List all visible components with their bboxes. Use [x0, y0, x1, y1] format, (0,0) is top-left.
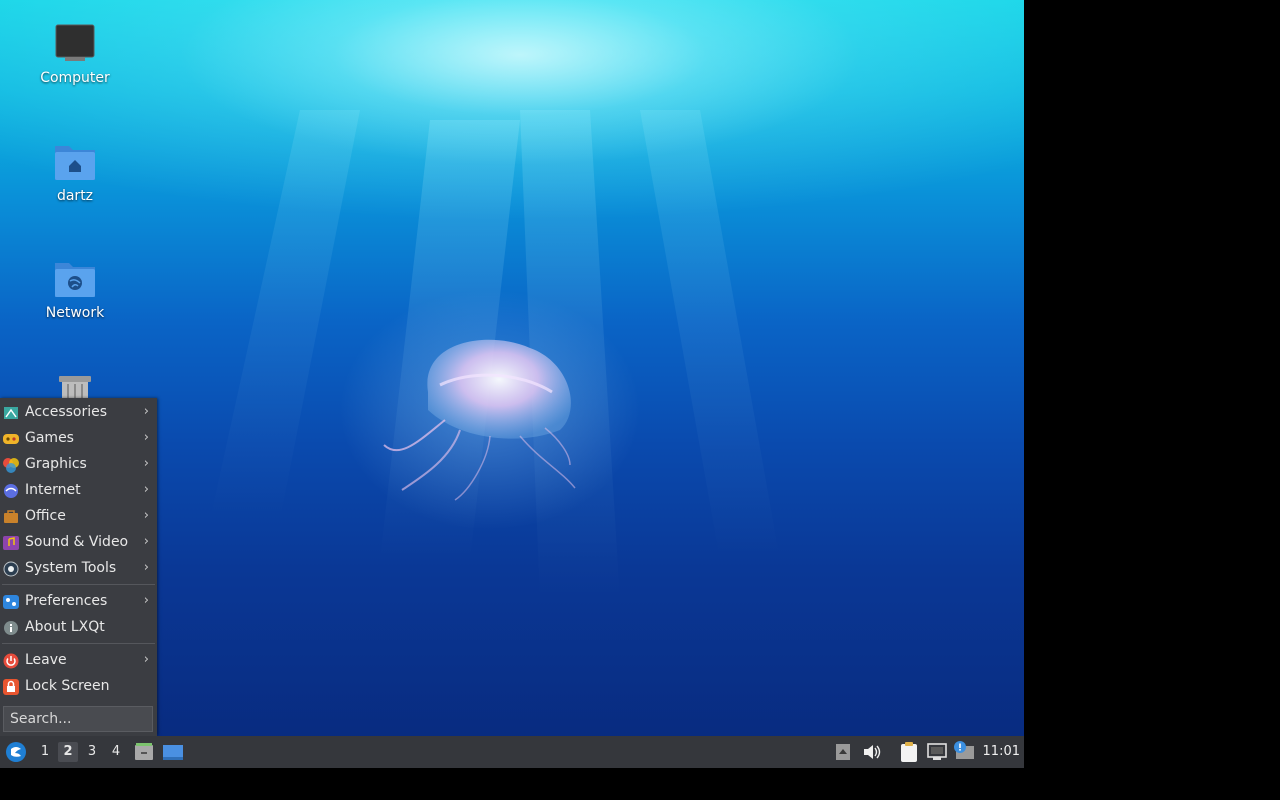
- desktop-switch-1[interactable]: 1: [35, 742, 55, 762]
- accessories-icon: [3, 404, 19, 420]
- menu-item-internet[interactable]: Internet ›: [0, 477, 157, 503]
- lxqt-logo-icon: [6, 742, 26, 762]
- chevron-right-icon: ›: [143, 534, 149, 549]
- network-button[interactable]: [927, 742, 947, 766]
- chevron-right-icon: ›: [143, 508, 149, 523]
- menu-item-games[interactable]: Games ›: [0, 425, 157, 451]
- sound-video-icon: [3, 534, 19, 550]
- desktop-icon-home[interactable]: dartz: [25, 140, 125, 204]
- file-manager-icon: [135, 743, 153, 760]
- menu-item-label: Graphics: [25, 456, 87, 472]
- office-icon: [3, 508, 19, 524]
- menu-item-preferences[interactable]: Preferences ›: [0, 588, 157, 614]
- chevron-right-icon: ›: [143, 560, 149, 575]
- clipboard-icon: [901, 742, 917, 762]
- update-notifier-button[interactable]: [953, 740, 975, 766]
- clipboard-button[interactable]: [899, 741, 919, 767]
- clock[interactable]: 11:01: [983, 736, 1020, 768]
- desktop-icon-label: Network: [45, 305, 105, 321]
- menu-item-graphics[interactable]: Graphics ›: [0, 451, 157, 477]
- tray-expand-button[interactable]: [835, 743, 851, 765]
- file-manager-launcher[interactable]: [134, 742, 154, 766]
- menu-item-label: Accessories: [25, 404, 108, 420]
- menu-item-lock-screen[interactable]: Lock Screen: [0, 673, 157, 699]
- power-icon: [3, 652, 19, 669]
- desktop-switch-3[interactable]: 3: [82, 742, 102, 762]
- graphics-icon: [3, 456, 19, 473]
- menu-search-input[interactable]: [3, 706, 153, 732]
- tray-expand-icon: [836, 744, 850, 760]
- internet-icon: [3, 482, 19, 498]
- chevron-right-icon: ›: [143, 652, 149, 667]
- menu-item-label: About LXQt: [25, 619, 105, 635]
- menu-item-label: Preferences: [25, 593, 108, 609]
- info-icon: [3, 619, 19, 635]
- menu-item-label: Internet: [25, 482, 81, 498]
- lxqt-menu-button[interactable]: [5, 741, 27, 767]
- menu-item-accessories[interactable]: Accessories ›: [0, 399, 157, 425]
- chevron-right-icon: ›: [143, 482, 149, 497]
- menu-item-label: Office: [25, 508, 66, 524]
- chevron-right-icon: ›: [143, 430, 149, 445]
- desktop-icon-label: dartz: [56, 188, 94, 204]
- computer-icon: [53, 22, 97, 66]
- menu-separator: [2, 643, 155, 644]
- update-notifier-icon: [954, 741, 974, 759]
- desktop-switch-2[interactable]: 2: [58, 742, 78, 762]
- show-desktop-button[interactable]: [162, 742, 184, 766]
- menu-item-label: Sound & Video: [25, 534, 129, 550]
- menu-item-leave[interactable]: Leave ›: [0, 647, 157, 673]
- menu-item-label: Leave: [25, 652, 67, 668]
- menu-item-label: Lock Screen: [25, 678, 110, 694]
- taskbar: 1 2 3 4 11:01: [0, 736, 1024, 768]
- network-icon: [927, 743, 947, 760]
- menu-item-label: Games: [25, 430, 74, 446]
- desktop-icon-computer[interactable]: Computer: [25, 22, 125, 86]
- menu-item-label: System Tools: [25, 560, 117, 576]
- desktop-icon-label: Computer: [40, 70, 110, 86]
- menu-item-sound-video[interactable]: Sound & Video ›: [0, 529, 157, 555]
- menu-item-about-lxqt[interactable]: About LXQt: [0, 614, 157, 640]
- desktop-icon-network[interactable]: Network: [25, 257, 125, 321]
- volume-icon: [864, 745, 881, 759]
- menu-item-office[interactable]: Office ›: [0, 503, 157, 529]
- chevron-right-icon: ›: [143, 404, 149, 419]
- lock-icon: [3, 678, 19, 695]
- menu-item-system-tools[interactable]: System Tools ›: [0, 555, 157, 581]
- system-tools-icon: [3, 560, 19, 577]
- desktop-switch-4[interactable]: 4: [106, 742, 126, 762]
- show-desktop-icon: [163, 745, 183, 760]
- desktop-screen: Computer dartz Network Accessories › Gam…: [0, 0, 1024, 768]
- menu-separator: [2, 584, 155, 585]
- volume-button[interactable]: [862, 743, 882, 765]
- network-folder-icon: [53, 257, 97, 301]
- preferences-icon: [3, 593, 19, 609]
- games-icon: [3, 430, 19, 446]
- chevron-right-icon: ›: [143, 593, 149, 608]
- application-menu: Accessories › Games › Graphics › Interne…: [0, 398, 157, 736]
- chevron-right-icon: ›: [143, 456, 149, 471]
- home-folder-icon: [53, 140, 97, 184]
